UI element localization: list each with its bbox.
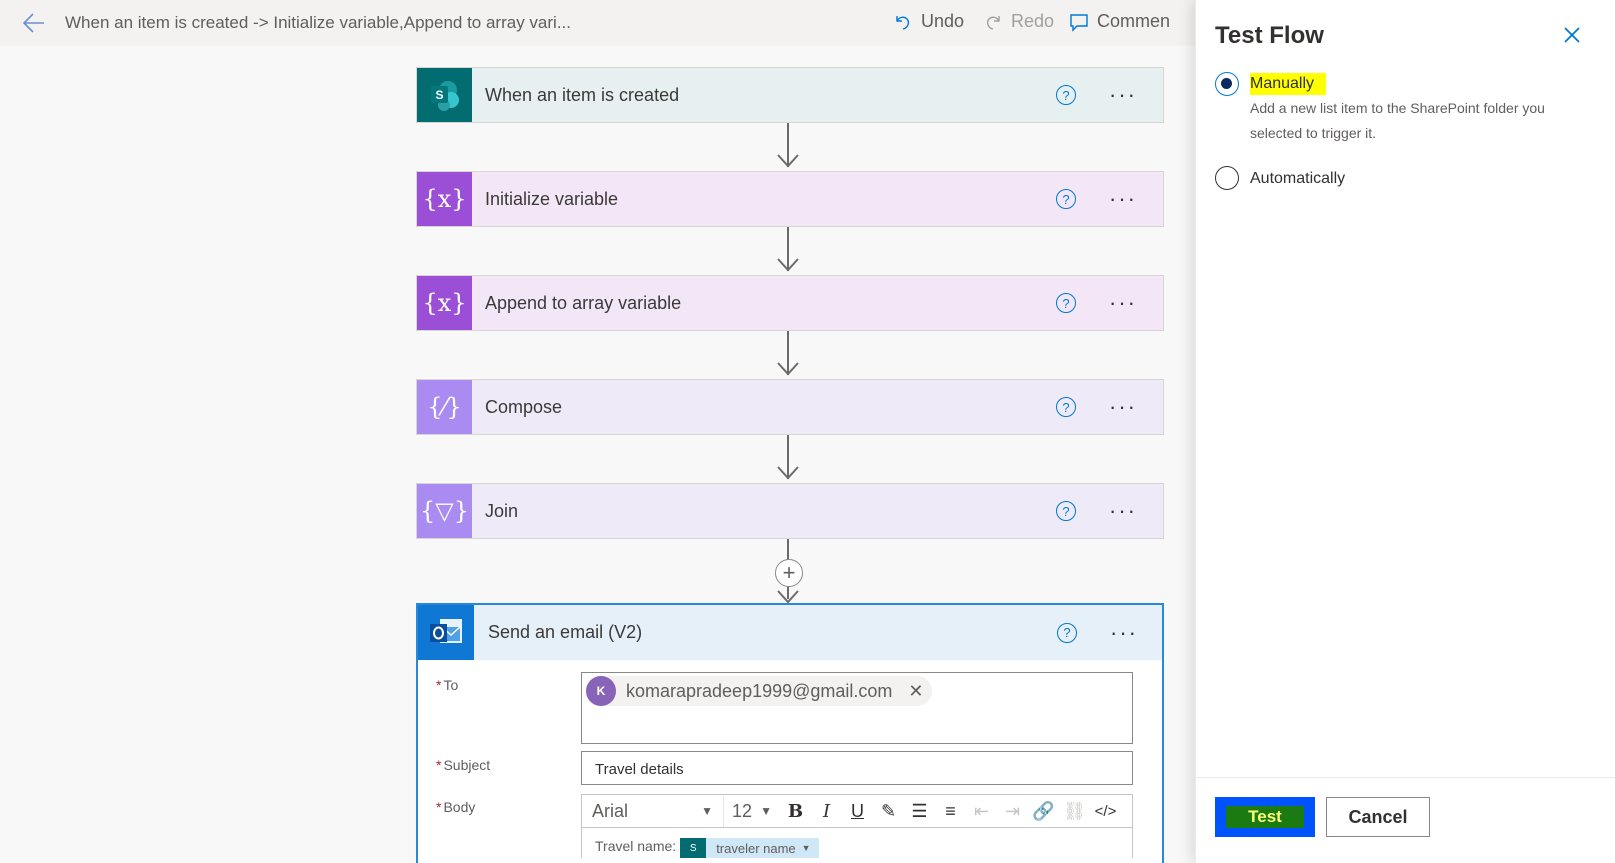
outlook-icon bbox=[418, 605, 474, 660]
redo-label: Redo bbox=[1011, 11, 1055, 31]
recipient-email: komarapradeep1999@gmail.com bbox=[626, 680, 893, 701]
comments-label: Commen bbox=[1097, 11, 1171, 31]
redo-icon bbox=[986, 15, 1000, 30]
unlink-icon[interactable]: ⛓ bbox=[1059, 795, 1090, 827]
email-card-header[interactable]: Send an email (V2) ? ··· bbox=[418, 605, 1162, 660]
decrease-indent-icon[interactable]: ⇤ bbox=[966, 795, 997, 827]
join-icon: {▽} bbox=[417, 484, 472, 538]
underline-icon[interactable]: U bbox=[842, 795, 873, 827]
connector-arrow-icon bbox=[777, 362, 799, 376]
undo-button[interactable]: Undo bbox=[893, 11, 964, 32]
insert-step-button[interactable]: + bbox=[775, 559, 803, 587]
subject-label: * Subject bbox=[436, 757, 491, 773]
radio-automatically[interactable] bbox=[1215, 166, 1239, 190]
flow-canvas: S When an item is created ? ··· {x} Init… bbox=[0, 46, 1195, 863]
font-size-value: 12 bbox=[732, 800, 753, 821]
bullet-list-icon[interactable]: ☰ bbox=[904, 795, 935, 827]
close-icon[interactable] bbox=[1560, 23, 1584, 47]
italic-icon[interactable]: I bbox=[811, 795, 842, 827]
cancel-button[interactable]: Cancel bbox=[1326, 797, 1430, 837]
avatar: K bbox=[586, 676, 616, 706]
connector-arrow-icon bbox=[777, 590, 799, 604]
chevron-down-icon: ▼ bbox=[701, 804, 713, 818]
test-button[interactable]: Test bbox=[1215, 797, 1315, 837]
font-family-value: Arial bbox=[592, 800, 629, 821]
body-text: Travel name: bbox=[595, 838, 677, 854]
body-editor[interactable]: Travel name: S traveler name ▼ bbox=[581, 828, 1133, 858]
test-flow-panel: Test Flow Manually Add a new list item t… bbox=[1195, 0, 1615, 863]
help-icon[interactable]: ? bbox=[1056, 189, 1077, 209]
connector-arrow-icon bbox=[777, 258, 799, 272]
help-icon[interactable]: ? bbox=[1056, 397, 1077, 417]
subject-field[interactable]: Travel details bbox=[581, 751, 1133, 785]
code-view-icon[interactable]: </> bbox=[1090, 795, 1121, 827]
option-manually-label[interactable]: Manually bbox=[1250, 73, 1327, 95]
chevron-down-icon: ▼ bbox=[760, 804, 772, 818]
more-options-icon[interactable]: ··· bbox=[1110, 621, 1138, 644]
step-title: Join bbox=[485, 500, 519, 521]
step-card-append-to-array[interactable]: {x} Append to array variable ? ··· bbox=[416, 275, 1164, 331]
highlight-pen-icon[interactable]: ✎ bbox=[873, 795, 904, 827]
numbered-list-icon[interactable]: ≡ bbox=[935, 795, 966, 827]
dynamic-content-token[interactable]: S traveler name ▼ bbox=[680, 838, 819, 858]
body-toolbar: Arial ▼ 12 ▼ B I U ✎ ☰ ≡ ⇤ ⇥ 🔗 ⛓ </> bbox=[581, 794, 1133, 828]
undo-icon bbox=[896, 15, 910, 30]
variable-icon: {x} bbox=[417, 172, 472, 226]
sharepoint-letter: S bbox=[435, 88, 443, 102]
redo-button[interactable]: Redo bbox=[983, 11, 1054, 32]
to-label: * To bbox=[436, 677, 459, 693]
more-options-icon[interactable]: ··· bbox=[1109, 500, 1137, 522]
step-title: Append to array variable bbox=[485, 292, 682, 313]
chevron-down-icon: ▼ bbox=[801, 843, 811, 853]
option-manually-description: Add a new list item to the SharePoint fo… bbox=[1250, 100, 1545, 141]
token-label: traveler name bbox=[716, 840, 796, 856]
remove-recipient-icon[interactable]: ✕ bbox=[908, 681, 923, 702]
more-options-icon[interactable]: ··· bbox=[1109, 84, 1137, 106]
sharepoint-icon: S bbox=[417, 68, 472, 122]
help-icon[interactable]: ? bbox=[1056, 501, 1077, 521]
back-arrow-icon[interactable] bbox=[20, 10, 48, 36]
step-card-initialize-variable[interactable]: {x} Initialize variable ? ··· bbox=[416, 171, 1164, 227]
link-icon[interactable]: 🔗 bbox=[1028, 795, 1059, 827]
help-icon[interactable]: ? bbox=[1057, 622, 1078, 643]
compose-icon: {⁄} bbox=[417, 380, 472, 434]
test-button-label: Test bbox=[1226, 806, 1304, 828]
body-label: * Body bbox=[436, 799, 476, 815]
recipient-chip[interactable]: K komarapradeep1999@gmail.com ✕ bbox=[586, 676, 932, 706]
sharepoint-icon: S bbox=[680, 838, 707, 858]
to-field[interactable]: K komarapradeep1999@gmail.com ✕ bbox=[581, 672, 1133, 744]
radio-manually[interactable] bbox=[1215, 72, 1239, 96]
flow-title: When an item is created -> Initialize va… bbox=[65, 13, 571, 32]
font-size-select[interactable]: 12 ▼ bbox=[724, 795, 780, 827]
step-card-trigger[interactable]: S When an item is created ? ··· bbox=[416, 67, 1164, 123]
sharepoint-icon-graphic: S bbox=[430, 81, 459, 111]
undo-label: Undo bbox=[921, 11, 965, 31]
bold-icon[interactable]: B bbox=[780, 795, 811, 827]
step-title: Initialize variable bbox=[485, 188, 619, 209]
comment-icon bbox=[1070, 13, 1088, 32]
more-options-icon[interactable]: ··· bbox=[1109, 292, 1137, 314]
font-family-select[interactable]: Arial ▼ bbox=[582, 795, 724, 827]
step-title: Compose bbox=[485, 396, 563, 417]
more-options-icon[interactable]: ··· bbox=[1109, 396, 1137, 418]
comments-button[interactable]: Commen bbox=[1069, 11, 1170, 32]
help-icon[interactable]: ? bbox=[1056, 293, 1077, 313]
variable-icon: {x} bbox=[417, 276, 472, 330]
option-automatically-label[interactable]: Automatically bbox=[1250, 170, 1345, 188]
top-bar: When an item is created -> Initialize va… bbox=[0, 0, 1195, 46]
connector-arrow-icon bbox=[777, 466, 799, 480]
increase-indent-icon[interactable]: ⇥ bbox=[997, 795, 1028, 827]
panel-title: Test Flow bbox=[1215, 22, 1324, 49]
step-card-send-email[interactable]: Send an email (V2) ? ··· * To K komarapra… bbox=[416, 603, 1164, 863]
step-card-compose[interactable]: {⁄} Compose ? ··· bbox=[416, 379, 1164, 435]
more-options-icon[interactable]: ··· bbox=[1109, 188, 1137, 210]
connector-arrow-icon bbox=[777, 154, 799, 168]
help-icon[interactable]: ? bbox=[1056, 85, 1077, 105]
step-title: Send an email (V2) bbox=[488, 622, 643, 642]
panel-footer-divider bbox=[1196, 777, 1615, 778]
step-card-join[interactable]: {▽} Join ? ··· bbox=[416, 483, 1164, 539]
step-title: When an item is created bbox=[485, 84, 680, 105]
